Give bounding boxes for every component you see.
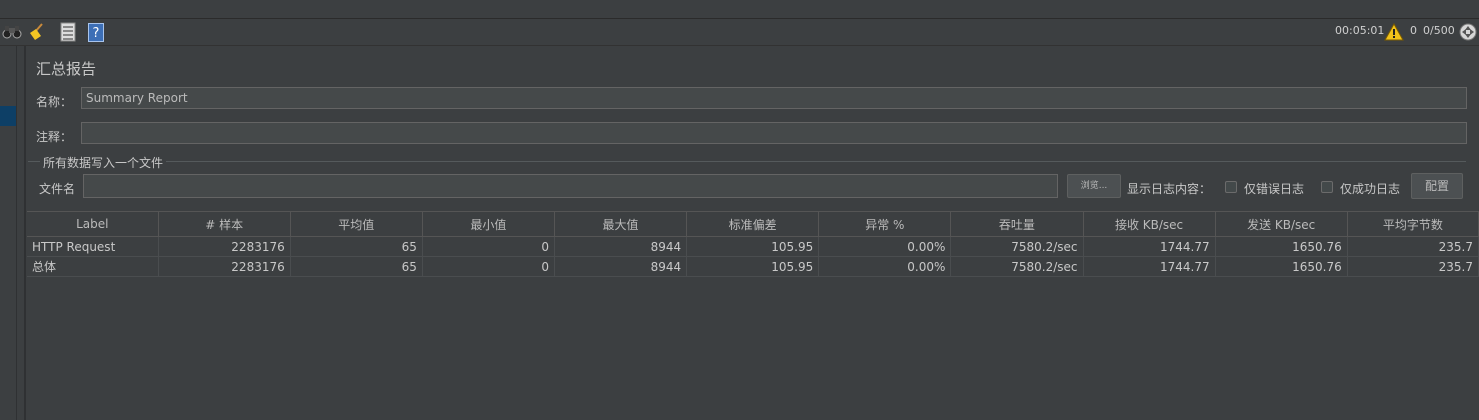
column-header-stddev[interactable]: 标准偏差 [686, 211, 820, 237]
table-cell: 2283176 [158, 256, 291, 277]
table-cell: 235.7 [1347, 256, 1479, 277]
success-only-label: 仅成功日志 [1340, 182, 1401, 196]
tree-selected-item[interactable] [0, 106, 16, 126]
table-cell: 1650.76 [1215, 236, 1348, 257]
toolbar: ? 00:05:01 0 0/500 [0, 19, 1479, 46]
summary-table: Label # 样本 平均值 最小值 最大值 标准偏差 异常 % 吞吐量 接收 … [27, 211, 1479, 277]
column-header-samples[interactable]: # 样本 [158, 211, 291, 237]
list-icon[interactable] [58, 22, 78, 42]
table-cell: 2283176 [158, 236, 291, 257]
table-cell: 1744.77 [1083, 236, 1216, 257]
table-cell: 235.7 [1347, 236, 1479, 257]
warning-count: 0 [1410, 24, 1417, 37]
errors-only-checkbox[interactable] [1225, 181, 1237, 193]
binoculars-icon[interactable] [2, 22, 22, 42]
column-header-min[interactable]: 最小值 [422, 211, 556, 237]
elapsed-time: 00:05:01 [1335, 24, 1385, 37]
table-cell: 65 [290, 256, 423, 277]
table-cell: 总体 [27, 256, 159, 277]
name-field[interactable]: Summary Report [81, 87, 1467, 109]
comment-field[interactable] [81, 122, 1467, 144]
file-group-border [28, 161, 1466, 162]
table-cell: 7580.2/sec [950, 256, 1084, 277]
log-display-label: 显示日志内容： [1127, 182, 1212, 196]
table-cell: 8944 [554, 256, 688, 277]
column-header-sent[interactable]: 发送 KB/sec [1215, 211, 1348, 237]
errors-only-label: 仅错误日志 [1244, 182, 1305, 196]
threads-status-icon[interactable] [1458, 22, 1478, 42]
window-top-strip [0, 0, 1479, 19]
column-header-avg-bytes[interactable]: 平均字节数 [1347, 211, 1479, 237]
column-header-max[interactable]: 最大值 [554, 211, 688, 237]
help-icon[interactable]: ? [86, 22, 106, 42]
table-cell: 0 [422, 256, 556, 277]
comment-label: 注释： [36, 130, 73, 144]
warning-icon[interactable] [1384, 22, 1404, 42]
column-header-received[interactable]: 接收 KB/sec [1083, 211, 1216, 237]
help-glyph: ? [88, 22, 104, 42]
table-row[interactable]: HTTP Request 2283176 65 0 8944 105.95 0.… [27, 236, 1479, 257]
table-cell: 8944 [554, 236, 688, 257]
table-cell: 0.00% [818, 256, 952, 277]
table-cell: 105.95 [686, 256, 820, 277]
table-header-row: Label # 样本 平均值 最小值 最大值 标准偏差 异常 % 吞吐量 接收 … [27, 211, 1479, 237]
table-cell: HTTP Request [27, 236, 159, 257]
file-group-title: 所有数据写入一个文件 [40, 154, 167, 171]
filename-label: 文件名 [39, 182, 76, 196]
tree-panel[interactable] [0, 46, 17, 420]
table-row[interactable]: 总体 2283176 65 0 8944 105.95 0.00% 7580.2… [27, 256, 1479, 277]
table-cell: 0 [422, 236, 556, 257]
browse-button[interactable]: 浏览... [1067, 174, 1121, 198]
table-cell: 1650.76 [1215, 256, 1348, 277]
panel-title: 汇总报告 [36, 60, 97, 78]
configure-button[interactable]: 配置 [1411, 173, 1463, 199]
column-header-label[interactable]: Label [27, 211, 159, 237]
table-cell: 7580.2/sec [950, 236, 1084, 257]
thread-count: 0/500 [1423, 24, 1455, 37]
table-cell: 1744.77 [1083, 256, 1216, 277]
table-cell: 65 [290, 236, 423, 257]
column-header-throughput[interactable]: 吞吐量 [950, 211, 1084, 237]
summary-report-panel: 汇总报告 名称： Summary Report 注释： 所有数据写入一个文件 文… [26, 46, 1479, 420]
filename-field[interactable] [83, 174, 1058, 198]
column-header-error[interactable]: 异常 % [818, 211, 952, 237]
name-label: 名称： [36, 95, 73, 109]
success-only-checkbox[interactable] [1321, 181, 1333, 193]
column-header-average[interactable]: 平均值 [290, 211, 423, 237]
broom-icon[interactable] [27, 22, 47, 42]
table-cell: 0.00% [818, 236, 952, 257]
table-cell: 105.95 [686, 236, 820, 257]
